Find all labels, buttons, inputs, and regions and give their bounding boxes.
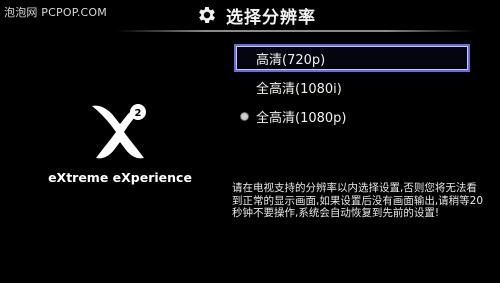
resolution-warning-text: 请在电视支持的分辨率以内选择设置,否则您将无法看 到正常的显示画面,如果设置后没…: [232, 182, 484, 219]
xbox-360-x-logo: 2: [92, 104, 146, 159]
brand-tagline: eXtreme eXperience: [48, 170, 192, 185]
resolution-option-label: 全高清(1080i): [256, 81, 342, 97]
page-header: 选择分辨率: [196, 4, 316, 28]
gear-icon: [199, 7, 215, 23]
resolution-option-1080p[interactable]: 全高清(1080p): [234, 102, 470, 130]
site-watermark: 泡泡网 PCPOP.COM: [4, 6, 107, 19]
page-title: 选择分辨率: [226, 7, 316, 28]
resolution-option-label: 全高清(1080p): [256, 110, 347, 126]
resolution-option-label: 高清(720p): [256, 52, 326, 68]
svg-text:2: 2: [135, 108, 142, 119]
resolution-option-720p[interactable]: 高清(720p): [234, 44, 470, 72]
resolution-option-1080i[interactable]: 全高清(1080i): [234, 73, 470, 101]
resolution-list: 高清(720p) 全高清(1080i) 全高清(1080p): [234, 44, 470, 131]
header-divider: [116, 30, 476, 32]
selected-radio-icon: [241, 112, 248, 120]
brand-logo: 2 eXtreme eXperience: [40, 100, 200, 190]
